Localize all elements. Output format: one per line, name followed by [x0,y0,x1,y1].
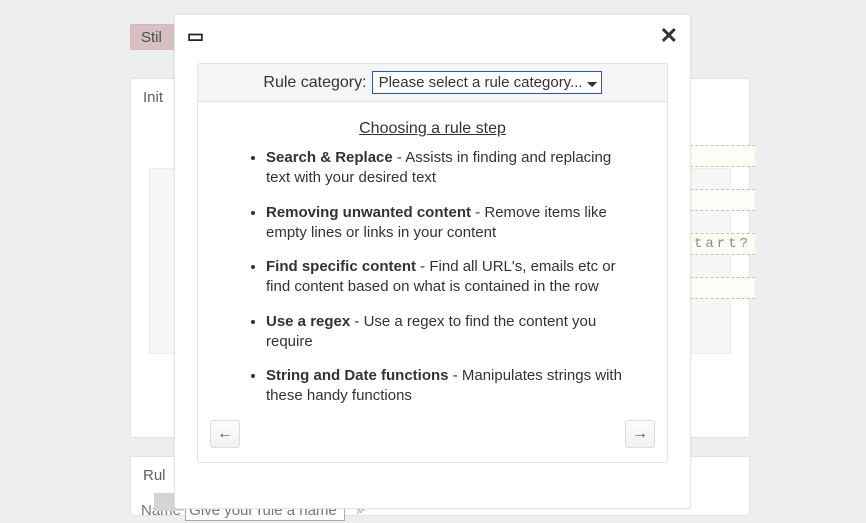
bg-stripes [690,145,755,321]
list-item-name: String and Date functions [266,367,449,384]
window-icon: ▭ [187,27,204,45]
list-item-name: Search & Replace [266,149,393,166]
list-item: Find specific content - Find all URL's, … [266,257,639,298]
list-item: Use a regex - Use a regex to find the co… [266,312,639,353]
rule-wizard-modal: ▭ ✕ Rule category: Please select a rule … [174,14,691,509]
step-title: Choosing a rule step [198,120,667,138]
nav-back-button[interactable]: ← [210,420,240,448]
list-item-name: Removing unwanted content [266,204,471,221]
category-label: Rule category: [263,74,366,92]
bg-stripe [690,277,755,299]
list-item: Removing unwanted content - Remove items… [266,203,639,244]
modal-body: Rule category: Please select a rule cate… [197,63,668,463]
bg-stripe [690,189,755,211]
bg-tart-text: tart? [694,236,751,252]
list-item-name: Find specific content [266,258,416,275]
nav-forward-button[interactable]: → [625,420,655,448]
rule-category-select[interactable]: Please select a rule category... [372,71,602,94]
list-item: String and Date functions - Manipulates … [266,366,639,407]
close-icon[interactable]: ✕ [660,25,678,47]
rule-list: Search & Replace - Assists in finding an… [226,148,639,407]
modal-header: ▭ ✕ [175,15,690,57]
list-item: Search & Replace - Assists in finding an… [266,148,639,189]
step-title-text: Choosing a rule step [359,120,506,137]
list-item-name: Use a regex [266,313,350,330]
page-root: Stil Init tart? Rul Name ✎ ▭ ✕ Rule cate… [0,0,866,523]
bg-stripe [690,145,755,167]
category-bar: Rule category: Please select a rule cate… [198,64,667,102]
